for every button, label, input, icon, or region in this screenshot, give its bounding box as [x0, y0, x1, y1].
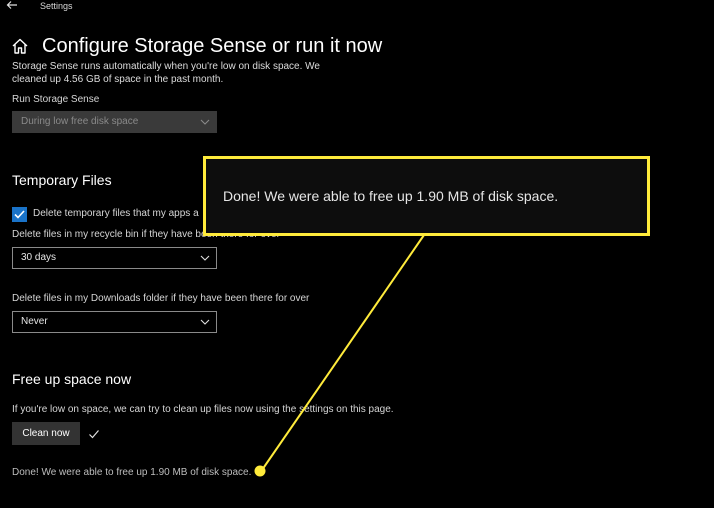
home-icon[interactable]: [11, 37, 29, 55]
run-storage-sense-dropdown[interactable]: During low free disk space: [12, 111, 217, 133]
downloads-dropdown[interactable]: Never: [12, 311, 217, 333]
title-bar: Settings: [0, 0, 714, 14]
delete-temp-files-label: Delete temporary files that my apps a: [33, 208, 199, 219]
arrow-left-icon[interactable]: [6, 0, 20, 13]
recycle-bin-dropdown[interactable]: 30 days: [12, 247, 217, 269]
recycle-bin-value: 30 days: [21, 252, 57, 263]
callout-box: Done! We were able to free up 1.90 MB of…: [203, 156, 650, 236]
delete-temp-files-checkbox[interactable]: [12, 207, 27, 222]
chevron-down-icon: [200, 119, 210, 125]
run-storage-sense-label: Run Storage Sense: [12, 94, 100, 105]
downloads-label: Delete files in my Downloads folder if t…: [12, 293, 310, 304]
callout-text: Done! We were able to free up 1.90 MB of…: [223, 188, 559, 204]
clean-status-text: Done! We were able to free up 1.90 MB of…: [12, 467, 252, 478]
clean-now-button[interactable]: Clean now: [12, 422, 80, 445]
free-up-space-heading: Free up space now: [12, 371, 132, 387]
downloads-value: Never: [21, 316, 48, 327]
free-up-space-description: If you're low on space, we can try to cl…: [12, 404, 394, 415]
temporary-files-heading: Temporary Files: [12, 172, 112, 188]
app-title: Settings: [40, 1, 73, 11]
checkmark-icon: [14, 210, 25, 219]
storage-sense-description: Storage Sense runs automatically when yo…: [12, 61, 320, 85]
page-title: Configure Storage Sense or run it now: [42, 35, 383, 57]
chevron-down-icon: [200, 319, 210, 325]
chevron-down-icon: [200, 255, 210, 261]
run-storage-sense-value: During low free disk space: [21, 116, 139, 127]
checkmark-icon: [88, 427, 100, 439]
